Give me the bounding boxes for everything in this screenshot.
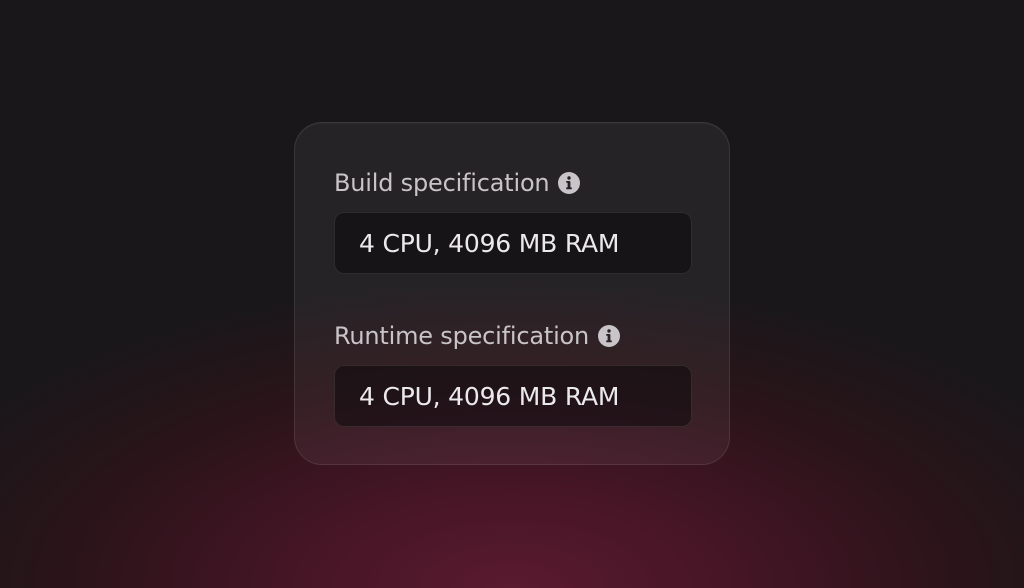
build-spec-label-row: Build specification — [334, 167, 694, 199]
runtime-spec-field: Runtime specification 4 CPU, 4096 MB RAM — [334, 320, 694, 427]
build-spec-input[interactable]: 4 CPU, 4096 MB RAM — [334, 212, 692, 274]
runtime-spec-label: Runtime specification — [334, 322, 590, 350]
runtime-spec-input[interactable]: 4 CPU, 4096 MB RAM — [334, 365, 692, 427]
build-spec-label: Build specification — [334, 169, 550, 197]
build-spec-field: Build specification 4 CPU, 4096 MB RAM — [334, 167, 694, 274]
info-icon[interactable] — [557, 171, 581, 195]
info-icon[interactable] — [597, 324, 621, 348]
resource-spec-card: Build specification 4 CPU, 4096 MB RAM R… — [294, 122, 730, 465]
runtime-spec-label-row: Runtime specification — [334, 320, 694, 352]
